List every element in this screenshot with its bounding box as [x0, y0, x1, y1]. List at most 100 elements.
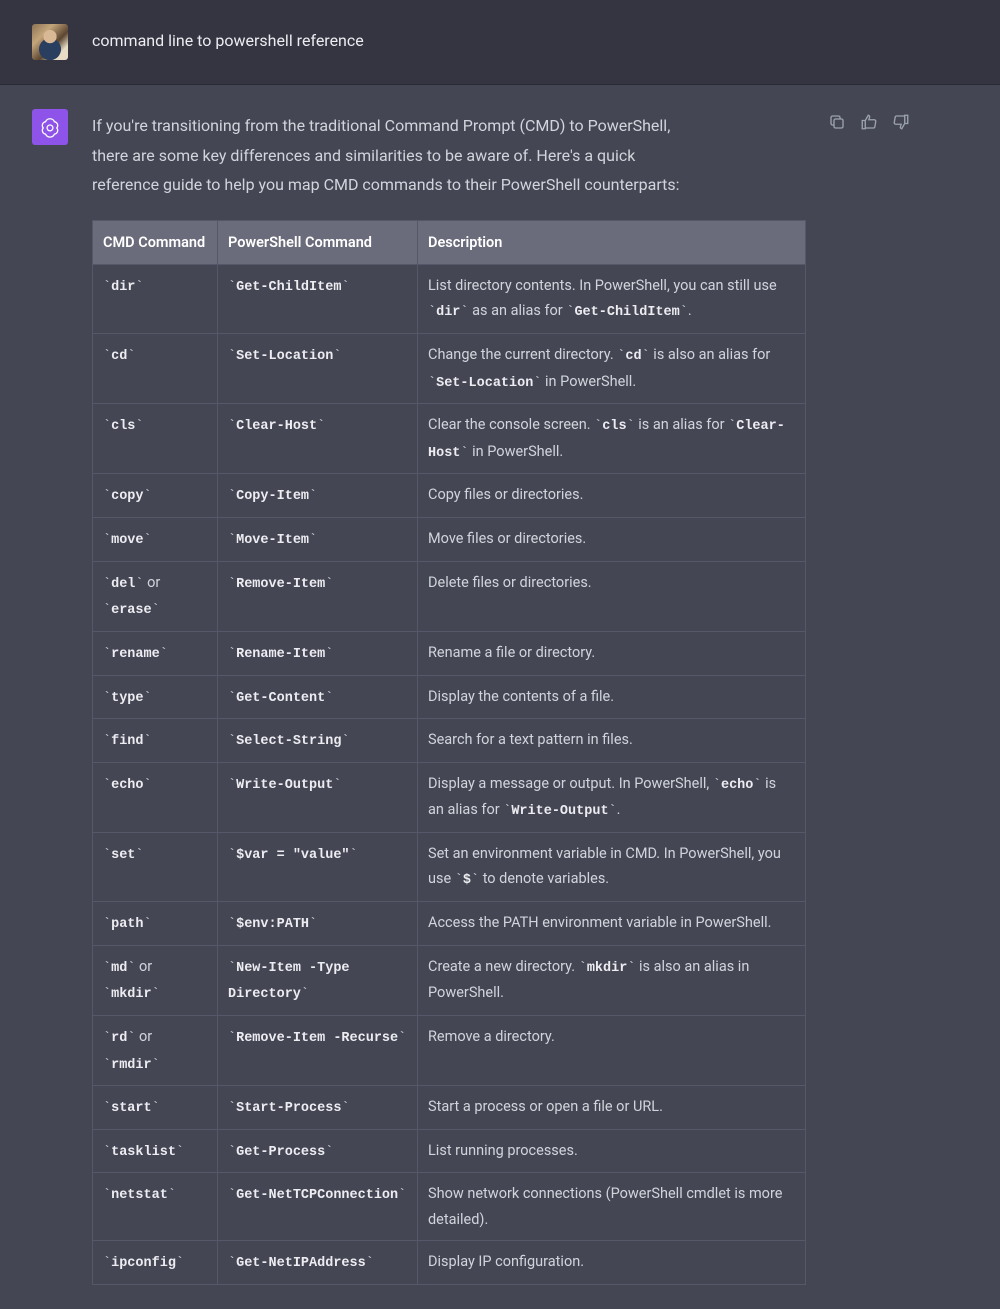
inline-code: cd	[617, 349, 649, 364]
inline-code: path	[103, 917, 152, 932]
cell-ps: Remove-Item -Recurse	[218, 1015, 418, 1085]
cell-cmd: md or mkdir	[93, 945, 218, 1015]
cell-desc: Move files or directories.	[418, 518, 806, 562]
cell-cmd: netstat	[93, 1173, 218, 1241]
inline-code: Remove-Item -Recurse	[228, 1031, 406, 1046]
inline-code: cls	[594, 419, 635, 434]
cell-cmd: tasklist	[93, 1129, 218, 1173]
text-span: or	[144, 574, 161, 591]
inline-code: $env:PATH	[228, 917, 317, 932]
cell-desc: Copy files or directories.	[418, 474, 806, 518]
table-row: type Get-Content Display the contents of a…	[93, 675, 806, 719]
cell-desc: Set an environment variable in CMD. In P…	[418, 833, 806, 902]
cell-cmd: cls	[93, 404, 218, 474]
text-span: Move files or directories.	[428, 530, 586, 547]
cell-desc: Start a process or open a file or URL.	[418, 1086, 806, 1130]
user-message-row: command line to powershell reference	[0, 0, 1000, 85]
cell-cmd: rename	[93, 631, 218, 675]
table-row: echo Write-Output Display a message or out…	[93, 762, 806, 832]
user-avatar	[32, 24, 68, 60]
copy-icon[interactable]	[828, 113, 846, 131]
text-span: Clear the console screen.	[428, 416, 594, 433]
table-row: copy Copy-Item Copy files or directories.	[93, 474, 806, 518]
text-span: Change the current directory.	[428, 346, 617, 363]
cell-ps: Copy-Item	[218, 474, 418, 518]
cell-cmd: del or erase	[93, 561, 218, 631]
table-row: md or mkdirNew-Item -Type Directory Creat…	[93, 945, 806, 1015]
table-row: startStart-ProcessStart a process or ope…	[93, 1086, 806, 1130]
cell-ps: Get-Process	[218, 1129, 418, 1173]
inline-code: New-Item -Type Directory	[228, 961, 350, 1003]
text-span: .	[617, 801, 621, 818]
text-span: Rename a file or directory.	[428, 644, 595, 661]
text-span: Show network connections (PowerShell cmd…	[428, 1185, 782, 1227]
inline-code: rmdir	[103, 1058, 160, 1073]
inline-code: find	[103, 734, 152, 749]
inline-code: Move-Item	[228, 533, 317, 548]
inline-code: Remove-Item	[228, 577, 333, 592]
inline-code: Clear-Host	[228, 419, 325, 434]
text-span: Remove a directory.	[428, 1028, 555, 1045]
text-span: Copy files or directories.	[428, 486, 583, 503]
cell-ps: Start-Process	[218, 1086, 418, 1130]
inline-code: Write-Output	[503, 804, 616, 819]
cell-desc: Change the current directory. cd is also…	[418, 333, 806, 403]
cell-cmd: echo	[93, 762, 218, 832]
assistant-message-content: If you're transitioning from the traditi…	[92, 109, 812, 1285]
cell-cmd: start	[93, 1086, 218, 1130]
table-row: dirGet-ChildItemList directory contents.…	[93, 264, 806, 333]
cell-ps: Set-Location	[218, 333, 418, 403]
inline-code: Get-Content	[228, 691, 333, 706]
text-span: is an alias for	[635, 416, 728, 433]
inline-code: erase	[103, 603, 160, 618]
cell-desc: Display IP configuration.	[418, 1241, 806, 1285]
text-span: Display a message or output. In PowerShe…	[428, 775, 713, 792]
text-span: Create a new directory.	[428, 958, 579, 975]
text-span: Display IP configuration.	[428, 1253, 584, 1270]
text-span: is also an alias for	[650, 346, 771, 363]
cell-cmd: find	[93, 719, 218, 763]
cell-ps: Get-NetTCPConnection	[218, 1173, 418, 1241]
inline-code: Set-Location	[428, 376, 541, 391]
cell-cmd: path	[93, 902, 218, 946]
table-header-ps: PowerShell Command	[218, 220, 418, 264]
cell-desc: Search for a text pattern in files.	[418, 719, 806, 763]
text-span: List running processes.	[428, 1142, 578, 1159]
text-span: Search for a text pattern in files.	[428, 731, 633, 748]
inline-code: type	[103, 691, 152, 706]
cell-cmd: copy	[93, 474, 218, 518]
table-row: rename Rename-Item Rename a file or direct…	[93, 631, 806, 675]
cell-ps: Get-Content	[218, 675, 418, 719]
inline-code: Copy-Item	[228, 489, 317, 504]
table-header-desc: Description	[418, 220, 806, 264]
cell-cmd: ipconfig	[93, 1241, 218, 1285]
text-span: or	[135, 1028, 152, 1045]
inline-code: mkdir	[579, 961, 636, 976]
table-row: netstatGet-NetTCPConnectionShow network …	[93, 1173, 806, 1241]
text-span: .	[688, 302, 692, 319]
user-message-text: command line to powershell reference	[92, 24, 632, 54]
inline-code: rename	[103, 647, 168, 662]
table-row: cls Clear-Host Clear the console screen. c…	[93, 404, 806, 474]
cell-ps: Get-NetIPAddress	[218, 1241, 418, 1285]
inline-code: $var = "value"	[228, 848, 358, 863]
thumbs-down-icon[interactable]	[892, 113, 910, 131]
cell-ps: Rename-Item	[218, 631, 418, 675]
table-row: ipconfig Get-NetIPAddress Display IP confi…	[93, 1241, 806, 1285]
inline-code: copy	[103, 489, 152, 504]
text-span: Display the contents of a file.	[428, 688, 614, 705]
text-span: in PowerShell.	[541, 373, 636, 390]
inline-code: ipconfig	[103, 1256, 184, 1271]
message-actions	[828, 113, 910, 131]
inline-code: dir	[103, 280, 144, 295]
thumbs-up-icon[interactable]	[860, 113, 878, 131]
inline-code: Get-NetIPAddress	[228, 1256, 374, 1271]
inline-code: tasklist	[103, 1145, 184, 1160]
cell-desc: Display the contents of a file.	[418, 675, 806, 719]
inline-code: mkdir	[103, 987, 160, 1002]
assistant-avatar	[32, 109, 68, 145]
cell-cmd: move	[93, 518, 218, 562]
inline-code: cd	[103, 349, 135, 364]
cell-desc: List directory contents. In PowerShell, …	[418, 264, 806, 333]
inline-code: Write-Output	[228, 778, 341, 793]
